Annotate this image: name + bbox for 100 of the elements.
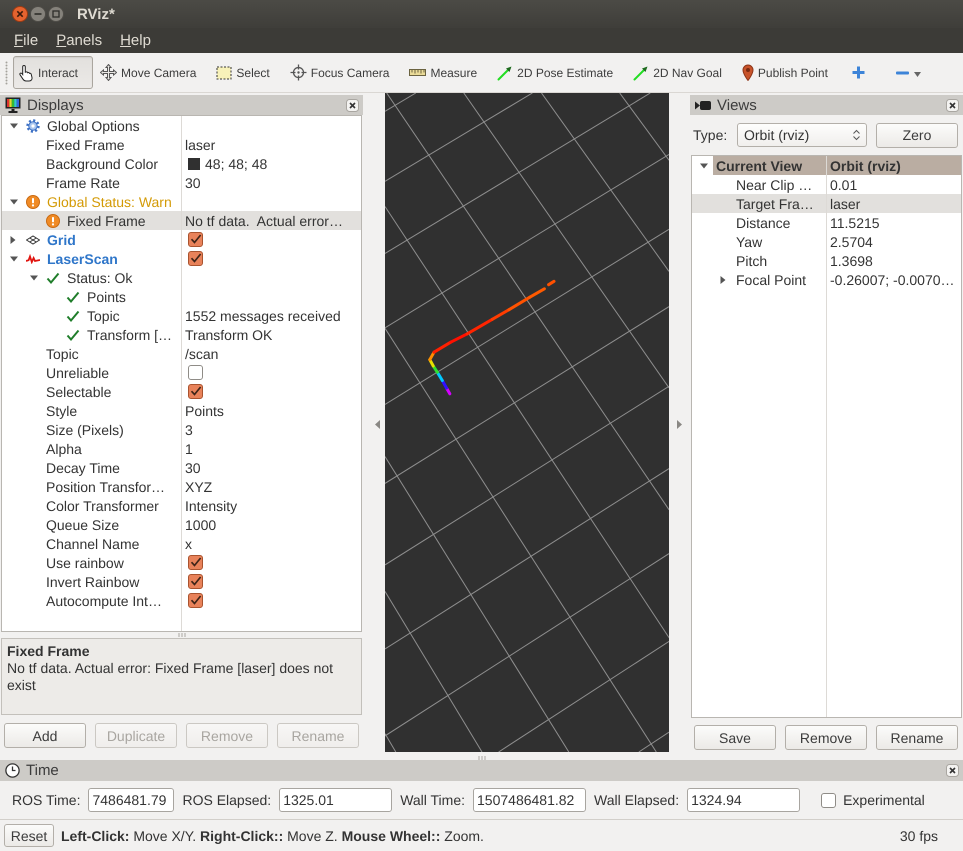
tree-value: -0.26007; -0.0070… — [830, 272, 955, 288]
reset-button[interactable]: Reset — [4, 824, 54, 847]
caret-right-icon[interactable] — [10, 236, 16, 244]
tree-row[interactable]: Queue Size 1000 — [2, 515, 361, 534]
tree-row[interactable]: Selectable — [2, 382, 361, 401]
tree-row[interactable]: Status: Ok — [2, 268, 361, 287]
zero-button[interactable]: Zero — [876, 122, 958, 148]
checkbox[interactable] — [188, 365, 203, 380]
splitter-grip-icon[interactable] — [178, 633, 186, 637]
arrow-right-icon[interactable] — [677, 420, 682, 428]
time-field[interactable]: 7486481.79 — [88, 788, 174, 812]
action-button[interactable]: Save — [694, 725, 776, 750]
checkbox-label: Experimental — [843, 792, 925, 808]
tool-button[interactable]: Move Camera — [95, 56, 210, 89]
tree-row[interactable]: Size (Pixels) 3 — [2, 420, 361, 439]
checkbox[interactable] — [821, 792, 836, 808]
tree-row[interactable]: Pitch 1.3698 — [692, 251, 961, 270]
close-icon[interactable] — [346, 98, 359, 112]
menu-item[interactable]: Help — [111, 32, 160, 49]
minimize-icon[interactable] — [30, 6, 46, 22]
tool-button[interactable]: 2D Pose Estimate — [492, 56, 626, 89]
tree-row[interactable]: Use rainbow — [2, 553, 361, 572]
tree-row[interactable]: Decay Time 30 — [2, 458, 361, 477]
field-label: Type: — [693, 127, 728, 143]
checkbox[interactable] — [188, 384, 203, 399]
tree-row[interactable]: Focal Point -0.26007; -0.0070… — [692, 270, 961, 289]
caret-down-icon[interactable] — [10, 122, 18, 128]
tree-row[interactable]: Style Points — [2, 401, 361, 420]
tool-button[interactable]: Select — [211, 56, 283, 89]
caret-right-icon[interactable] — [720, 276, 726, 284]
dashed-rectangle-icon — [216, 66, 232, 80]
tree-row[interactable]: Target Fra… laser — [692, 194, 961, 213]
tree-row[interactable]: Grid — [2, 230, 361, 249]
time-field[interactable]: 1507486481.82 — [473, 788, 586, 812]
tool-button[interactable]: Interact — [13, 56, 94, 89]
tree-label: Transform [… — [87, 326, 172, 342]
tree-row[interactable]: Channel Name x — [2, 534, 361, 553]
tree-value: 2.5704 — [830, 234, 873, 250]
checkbox[interactable] — [188, 574, 203, 589]
tool-button[interactable]: Measure — [404, 56, 490, 89]
monitor-icon — [5, 97, 21, 113]
tool-button[interactable]: Focus Camera — [284, 56, 402, 89]
tree-row[interactable]: Unreliable — [2, 363, 361, 382]
action-button[interactable]: Remove — [785, 725, 867, 750]
tree-row[interactable]: Invert Rainbow — [2, 572, 361, 591]
arrow-left-icon[interactable] — [375, 420, 380, 428]
toolbar-grip-icon[interactable] — [5, 60, 8, 84]
checkbox[interactable] — [188, 555, 203, 570]
tree-row[interactable]: Fixed Frame No tf data. Actual error… — [2, 211, 361, 230]
tree-row[interactable]: Alpha 1 — [2, 439, 361, 458]
tree-row[interactable]: Position Transfor… XYZ — [2, 477, 361, 496]
tree-value: laser — [185, 136, 216, 152]
tree-row[interactable]: Points — [2, 287, 361, 306]
panel-title: Views — [717, 96, 757, 114]
menu-item[interactable]: File — [5, 32, 48, 49]
action-button[interactable]: Rename — [876, 725, 958, 750]
checkbox[interactable] — [188, 251, 203, 266]
splitter-grip-icon[interactable] — [478, 756, 486, 760]
tree-label: Alpha — [46, 440, 82, 456]
field-label: ROS Elapsed: — [182, 792, 272, 808]
tree-row[interactable]: Topic /scan — [2, 344, 361, 363]
tool-button[interactable]: 2D Nav Goal — [628, 56, 735, 89]
tree-row[interactable]: Current View Orbit (rviz) — [692, 156, 961, 175]
menu-item[interactable]: Panels — [47, 32, 112, 49]
tool-button[interactable]: Publish Point — [736, 56, 841, 89]
field-label: Wall Elapsed: — [594, 792, 680, 808]
time-field[interactable]: 1324.94 — [687, 788, 800, 812]
caret-down-icon[interactable] — [10, 256, 18, 262]
field-label: Wall Time: — [400, 792, 466, 808]
checkbox[interactable] — [188, 593, 203, 608]
tree-label: Distance — [736, 214, 790, 230]
tree-row[interactable]: Autocompute Int… — [2, 591, 361, 610]
tree-row[interactable]: Distance 11.5215 — [692, 213, 961, 232]
view-type-dropdown[interactable]: Orbit (rviz) — [737, 123, 867, 147]
caret-down-icon[interactable] — [30, 274, 38, 280]
tree-label: Position Transfor… — [46, 478, 166, 494]
plus-icon[interactable] — [852, 66, 865, 79]
tree-row[interactable]: LaserScan — [2, 249, 361, 268]
tree-label: Grid — [47, 232, 76, 248]
caret-down-icon[interactable] — [700, 162, 708, 168]
close-icon[interactable] — [12, 6, 28, 22]
tree-row[interactable]: Frame Rate 30 — [2, 173, 361, 192]
close-icon[interactable] — [946, 764, 959, 777]
up-down-arrows-icon[interactable] — [853, 129, 860, 141]
tree-row[interactable]: Fixed Frame laser — [2, 135, 361, 154]
caret-down-icon[interactable] — [10, 198, 18, 204]
maximize-icon[interactable] — [48, 6, 64, 22]
tree-row[interactable]: Transform [… Transform OK — [2, 325, 361, 344]
tree-row[interactable]: Topic 1552 messages received — [2, 306, 361, 325]
caret-down-icon[interactable] — [914, 72, 921, 77]
tree-row[interactable]: Global Options — [2, 116, 361, 135]
checkbox[interactable] — [188, 232, 203, 247]
tree-row[interactable]: Background Color 48; 48; 48 — [2, 154, 361, 173]
tree-row[interactable]: Yaw 2.5704 — [692, 232, 961, 251]
time-field[interactable]: 1325.01 — [279, 788, 392, 812]
render-viewport[interactable] — [385, 93, 669, 752]
tree-row[interactable]: Color Transformer Intensity — [2, 496, 361, 515]
action-button[interactable]: Add — [4, 723, 86, 748]
minus-icon[interactable] — [896, 70, 909, 74]
close-icon[interactable] — [946, 98, 959, 112]
